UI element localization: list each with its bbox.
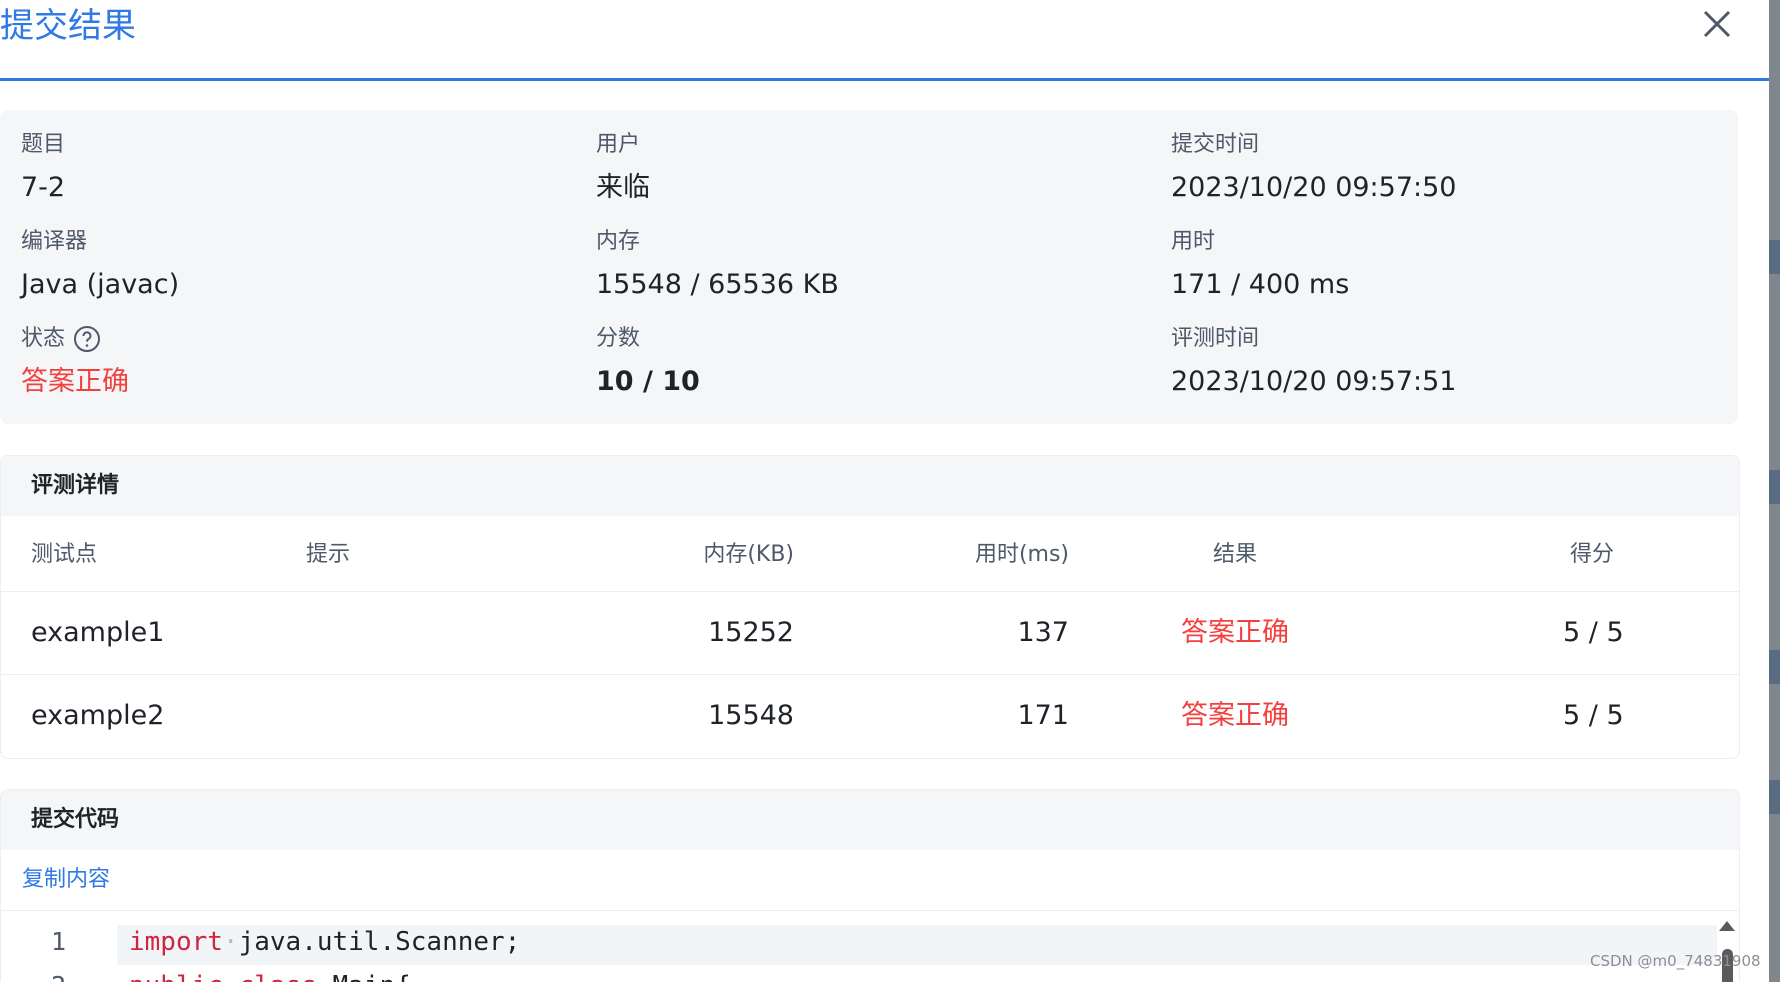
submit-time-label: 提交时间 [1171, 132, 1260, 157]
time-used-field: 用时 171 / 400 ms [1171, 227, 1349, 303]
close-button[interactable] [1697, 4, 1737, 44]
judge-table-header: 测试点 提示 内存(KB) 用时(ms) 结果 得分 [1, 516, 1739, 591]
panel-title: 提交结果 [0, 6, 136, 46]
row-score: 5 / 5 [1563, 617, 1624, 648]
summary-card: 题目 7-2 用户 来临 提交时间 2023/10/20 09:57:50 编译… [0, 110, 1738, 424]
user-value: 来临 [596, 172, 650, 203]
column-header-memory: 内存(KB) [703, 542, 794, 567]
judge-details-card: 评测详情 测试点 提示 内存(KB) 用时(ms) 结果 得分 example1… [0, 455, 1740, 759]
score-value: 10 / 10 [596, 366, 700, 397]
code-line: public·class·Main{ [129, 971, 411, 982]
column-header-time: 用时(ms) [974, 542, 1069, 567]
score-label: 分数 [596, 326, 641, 351]
line-number: 1 [51, 927, 67, 956]
code-rest: java.util.Scanner; [238, 927, 521, 957]
backdrop-fragment [1769, 780, 1780, 814]
score-field: 分数 10 / 10 [596, 324, 700, 400]
table-row: example1 15252 137 答案正确 5 / 5 [1, 591, 1739, 674]
panel-header: 提交结果 [0, 0, 1769, 81]
status-field: 状态 答案正确 [21, 324, 129, 400]
submission-result-panel: 提交结果 题目 7-2 用户 来临 提交时间 2023/10/20 09:57:… [0, 0, 1769, 982]
line-number: 2 [51, 971, 66, 982]
judge-time-value: 2023/10/20 09:57:51 [1171, 366, 1457, 397]
backdrop-fragment [1769, 650, 1780, 684]
submitted-code-card: 提交代码 复制内容 1 import·java.util.Scanner; 2 … [0, 789, 1740, 982]
compiler-label: 编译器 [21, 229, 88, 254]
problem-label: 题目 [21, 132, 66, 157]
backdrop-strip [1769, 0, 1780, 982]
user-label: 用户 [596, 132, 641, 157]
backdrop-fragment [1769, 240, 1780, 274]
status-value: 答案正确 [21, 366, 129, 397]
row-case: example1 [31, 617, 165, 648]
code-keyword: import [129, 927, 223, 957]
code-line: import·java.util.Scanner; [129, 927, 521, 957]
status-label: 状态 [21, 326, 66, 351]
copy-content-button[interactable]: 复制内容 [1, 850, 1739, 911]
code-rest: Main{ [333, 971, 411, 982]
column-header-hint: 提示 [306, 542, 351, 567]
column-header-score: 得分 [1570, 542, 1615, 567]
scroll-up-arrow-icon[interactable] [1719, 921, 1735, 931]
row-time: 137 [1017, 617, 1069, 648]
row-time: 171 [1017, 700, 1069, 731]
close-icon [1703, 10, 1731, 38]
problem-field: 题目 7-2 [21, 130, 65, 206]
code-keyword: public [129, 971, 223, 982]
status-label-row: 状态 [21, 324, 129, 354]
code-editor[interactable]: 1 import·java.util.Scanner; 2 public·cla… [1, 911, 1739, 982]
row-result: 答案正确 [1181, 617, 1289, 648]
column-header-result: 结果 [1213, 542, 1258, 567]
submit-time-value: 2023/10/20 09:57:50 [1171, 172, 1457, 203]
compiler-field: 编译器 Java (javac) [21, 227, 179, 303]
memory-field: 内存 15548 / 65536 KB [596, 227, 839, 303]
table-row: example2 15548 171 答案正确 5 / 5 [1, 674, 1739, 757]
problem-value: 7-2 [21, 172, 66, 203]
time-used-label: 用时 [1171, 229, 1216, 254]
memory-label: 内存 [596, 229, 641, 254]
row-memory: 15252 [708, 617, 794, 648]
submitted-code-title: 提交代码 [1, 790, 1739, 850]
user-field: 用户 来临 [596, 130, 650, 206]
column-header-case: 测试点 [31, 542, 98, 567]
help-circle-icon[interactable] [73, 325, 101, 353]
row-score: 5 / 5 [1563, 700, 1624, 731]
row-memory: 15548 [708, 700, 794, 731]
time-used-value: 171 / 400 ms [1171, 269, 1350, 300]
judge-time-label: 评测时间 [1171, 326, 1260, 351]
judge-details-title: 评测详情 [1, 456, 1739, 516]
compiler-value: Java (javac) [21, 269, 180, 300]
backdrop-fragment [1769, 470, 1780, 504]
row-result: 答案正确 [1181, 700, 1289, 731]
memory-value: 15548 / 65536 KB [596, 269, 839, 300]
row-case: example2 [31, 700, 165, 731]
watermark: CSDN @m0_74831908 [1590, 952, 1761, 970]
submit-time-field: 提交时间 2023/10/20 09:57:50 [1171, 130, 1456, 206]
judge-time-field: 评测时间 2023/10/20 09:57:51 [1171, 324, 1456, 400]
